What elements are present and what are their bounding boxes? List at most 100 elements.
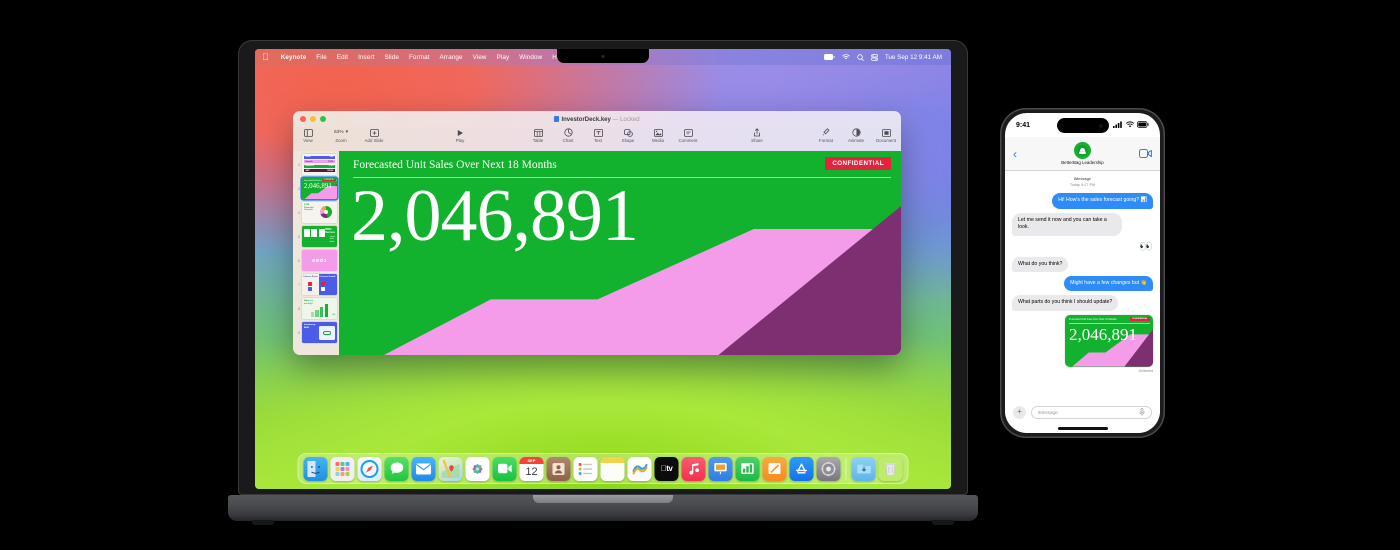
animate-button[interactable]: Animate [841,128,871,143]
message-thread[interactable]: iMessage Today 9:27 PM Hi! How's the sal… [1005,171,1160,399]
slide-thumbnail-7[interactable]: Delivery Roster Pressure Growth [301,274,337,295]
message-row[interactable]: What parts do you think I should update? [1012,295,1153,311]
document-button[interactable]: Document [871,128,901,143]
big-number-text[interactable]: 2,046,891 [351,179,639,253]
apple-icon[interactable]:  [262,52,269,62]
menu-keynote[interactable]: Keynote [276,54,312,61]
message-bubble-outgoing[interactable]: Hi! How's the sales forecast going? 📊 [1052,193,1153,209]
slide-thumbnail-6[interactable]: BB♻2 [301,250,337,271]
keynote-title-bar[interactable]: InvestorDeck.key — Locked [293,111,901,127]
message-bubble-incoming[interactable]: Let me send it now and you can take a lo… [1012,212,1122,236]
list-item[interactable]: 3 Forecasted Unit Sales Over Next 18 Mon… [295,178,337,199]
music-icon[interactable] [681,456,706,481]
search-icon[interactable] [857,53,864,61]
play-button[interactable]: Play [445,128,475,143]
photos-icon[interactable] [465,456,490,481]
message-row[interactable]: Let me send it now and you can take a lo… [1012,212,1153,236]
menu-bar-clock[interactable]: Tue Sep 12 9:41 AM [885,54,942,61]
comment-button[interactable]: Comment [673,128,703,143]
keynote-window[interactable]: InvestorDeck.key — Locked View 63% ▾ Zoo… [293,111,901,355]
list-item[interactable]: 6 BB♻2 [295,250,337,271]
safari-icon[interactable] [357,456,382,481]
menu-slide[interactable]: Slide [379,54,404,61]
current-slide[interactable]: Forecasted Unit Sales Over Next 18 Month… [339,151,901,355]
media-icon [653,128,663,137]
numbers-icon[interactable] [735,456,760,481]
ios-home-indicator[interactable] [1057,427,1108,430]
view-button[interactable]: View [293,128,323,143]
list-item[interactable]: 8 What's in our bag? +48% [295,298,337,319]
finder-icon[interactable] [303,456,328,481]
keynote-toolbar[interactable]: View 63% ▾ Zoom Add Slide Play Table Cha… [293,127,901,151]
facetime-icon[interactable] [492,456,517,481]
trash-icon[interactable] [879,457,903,481]
appstore-icon[interactable] [789,456,814,481]
mail-icon[interactable] [411,456,436,481]
list-item[interactable]: 4 FY24 Financial Controls [295,202,337,223]
add-slide-button[interactable]: Add Slide [359,128,389,143]
shared-slide-attachment[interactable]: Forecasted Unit Sales Over Next 18 Month… [1065,314,1153,367]
message-bubble-outgoing[interactable]: Might have a few changes but 👋 [1064,275,1153,292]
slide-thumbnail-5[interactable]: BB03 Success • Launch • Scale • Retain [301,226,337,247]
wifi-icon[interactable] [842,54,850,60]
plus-icon[interactable]: + [1013,405,1026,419]
messages-icon[interactable] [384,456,409,481]
notes-icon[interactable] [600,456,625,481]
message-input[interactable]: iMessage [1031,405,1152,419]
slide-thumbnail-3-selected[interactable]: Forecasted Unit Sales Over Next 18 Month… [301,178,337,199]
message-row[interactable]: What do you think? [1012,256,1153,272]
settings-icon[interactable] [816,456,841,481]
battery-icon[interactable] [823,54,835,60]
text-button[interactable]: Text [583,128,613,143]
menu-insert[interactable]: Insert [353,54,379,61]
menu-play[interactable]: Play [492,54,515,61]
freeform-icon[interactable] [627,456,652,481]
menu-edit[interactable]: Edit [332,54,353,61]
attachment-row[interactable]: Forecasted Unit Sales Over Next 18 Month… [1012,314,1153,367]
control-center-icon[interactable] [870,53,878,61]
menu-format[interactable]: Format [404,54,435,61]
maps-icon[interactable] [438,456,463,481]
conversation-header[interactable]: BetterBag Leadership [1005,142,1160,165]
macos-dock[interactable]: SEP 12 tv [297,453,909,484]
zoom-value-chip[interactable]: 63% ▾ [334,128,348,137]
launchpad-icon[interactable] [330,456,355,481]
calendar-icon[interactable]: SEP 12 [519,456,544,481]
menu-view[interactable]: View [468,54,492,61]
microphone-icon[interactable] [1139,407,1145,417]
share-button[interactable]: Share [742,128,772,143]
downloads-folder-icon[interactable] [851,456,876,481]
list-item[interactable]: 7 Delivery Roster Pressure Growth [295,274,337,295]
slide-thumbnail-2[interactable]: Units 6.4k Growth 122% Revenue 3.1m ASP $295… [301,154,337,175]
group-avatar-icon[interactable] [1074,142,1091,159]
slide-thumbnail-4[interactable]: FY24 Financial Controls [301,202,337,223]
slide-title[interactable]: Forecasted Unit Sales Over Next 18 Month… [353,159,557,171]
zoom-control[interactable]: 63% ▾ Zoom [323,128,359,143]
pages-icon[interactable] [762,456,787,481]
chart-button[interactable]: Chart [553,128,583,143]
slide-navigator[interactable]: 2 Units 6.4k Growth 122% Revenue 3.1m ASP $2… [293,151,339,355]
table-button[interactable]: Table [523,128,553,143]
menu-window[interactable]: Window [514,54,547,61]
keynote-icon[interactable] [708,456,733,481]
eyes-emoji-reaction[interactable]: 👀 [1012,240,1153,253]
confidential-badge[interactable]: CONFIDENTIAL [825,157,891,170]
appletv-icon[interactable]: tv [654,456,679,481]
contacts-icon[interactable] [546,456,571,481]
menu-file[interactable]: File [311,54,332,61]
message-bubble-incoming[interactable]: What do you think? [1012,256,1069,272]
list-item[interactable]: 2 Units 6.4k Growth 122% Revenue 3.1m ASP $2… [295,154,337,175]
menu-arrange[interactable]: Arrange [435,54,468,61]
list-item[interactable]: 5 BB03 Success • Launch • Scale • Retain [295,226,337,247]
slide-thumbnail-9[interactable]: Introducing BB03 [301,322,337,343]
media-button[interactable]: Media [643,128,673,143]
list-item[interactable]: 9 Introducing BB03 [295,322,337,343]
message-row[interactable]: Might have a few changes but 👋 [1012,275,1153,292]
message-bubble-incoming[interactable]: What parts do you think I should update? [1012,295,1119,311]
shape-button[interactable]: Shape [613,128,643,143]
slide-canvas[interactable]: Forecasted Unit Sales Over Next 18 Month… [339,151,901,355]
format-button[interactable]: Format [811,128,841,143]
slide-thumbnail-8[interactable]: What's in our bag? +48% [301,298,337,319]
message-row[interactable]: Hi! How's the sales forecast going? 📊 [1012,193,1153,209]
reminders-icon[interactable] [573,456,598,481]
